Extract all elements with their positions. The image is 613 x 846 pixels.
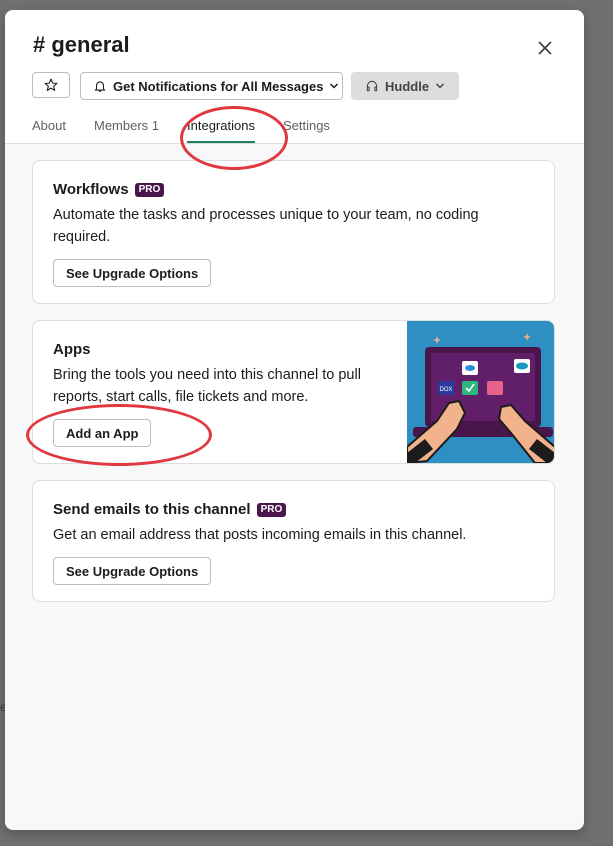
tab-members[interactable]: Members 1 (94, 118, 159, 143)
modal-header: # general Get Notifications for All Mess… (5, 10, 584, 144)
close-icon (538, 41, 552, 55)
notifications-dropdown[interactable]: Get Notifications for All Messages (80, 72, 343, 100)
workflows-title: Workflows (53, 181, 129, 198)
chevron-down-icon (330, 83, 339, 89)
star-icon (44, 78, 58, 91)
apps-title: Apps (53, 341, 91, 358)
app-tile (462, 381, 478, 395)
apps-illustration: DOX (407, 321, 554, 463)
huddle-dropdown[interactable]: Huddle (351, 72, 459, 100)
apps-card: Apps Bring the tools you need into this … (32, 320, 555, 464)
bell-icon (94, 81, 106, 92)
channel-details-modal: # general Get Notifications for All Mess… (5, 10, 584, 830)
huddle-label: Huddle (385, 78, 430, 94)
email-description: Get an email address that posts incoming… (53, 527, 467, 543)
apps-description: Bring the tools you need into this chann… (53, 367, 361, 405)
cloud-icon (465, 365, 475, 371)
workflows-description: Automate the tasks and processes unique … (53, 207, 479, 245)
workflows-card: Workflows PRO Automate the tasks and pro… (32, 160, 555, 304)
headphones-icon (366, 80, 378, 92)
workflows-upgrade-button[interactable]: See Upgrade Options (53, 259, 212, 287)
chevron-down-icon (436, 83, 445, 89)
email-card: Send emails to this channel PRO Get an e… (32, 480, 555, 602)
tab-settings[interactable]: Settings (283, 118, 330, 143)
tab-about[interactable]: About (32, 118, 66, 143)
channel-title: # general (33, 32, 130, 57)
email-heading: Send emails to this channel PRO (53, 501, 287, 518)
add-app-button[interactable]: Add an App (53, 419, 152, 447)
pro-badge: PRO (134, 182, 165, 197)
email-title: Send emails to this channel (53, 501, 251, 518)
app-tile (487, 381, 503, 395)
close-button[interactable] (532, 35, 558, 61)
notifications-label: Get Notifications for All Messages (113, 78, 324, 94)
channel-tabs: About Members 1 Integrations Settings (32, 118, 358, 143)
workflows-heading: Workflows PRO (53, 181, 165, 198)
star-channel-button[interactable] (32, 72, 70, 98)
email-upgrade-button[interactable]: See Upgrade Options (53, 557, 212, 585)
cloud-icon (516, 362, 528, 370)
tab-integrations[interactable]: Integrations (187, 118, 255, 143)
illustration-tile-text: DOX (439, 387, 452, 393)
pro-badge: PRO (256, 502, 287, 517)
